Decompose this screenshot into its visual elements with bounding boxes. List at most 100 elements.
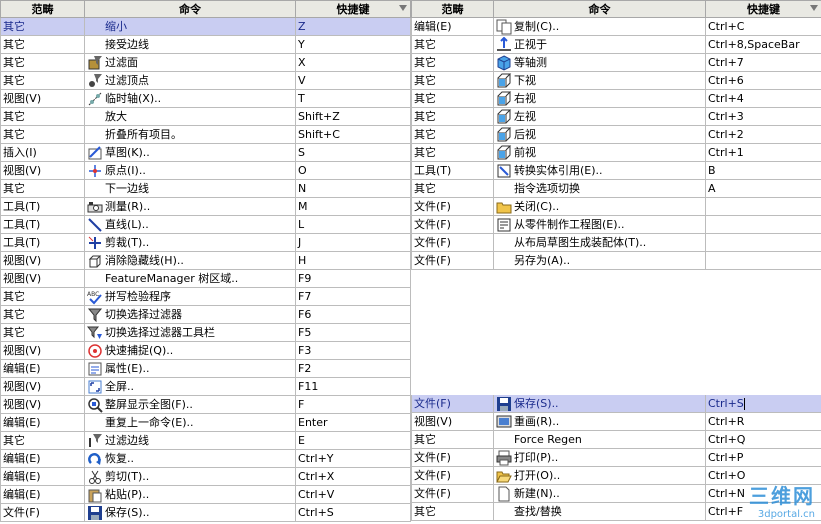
shortcut-row[interactable]: 工具(T) 剪裁(T).. J (0, 233, 411, 252)
row-command[interactable]: 快速捕捉(Q).. (84, 341, 296, 360)
shortcut-row[interactable]: 其它 过滤边线 E (0, 431, 411, 450)
row-category[interactable]: 其它 (0, 287, 85, 306)
row-command[interactable]: 后视 (493, 125, 706, 144)
row-command[interactable]: 新建(N).. (493, 484, 706, 503)
row-command[interactable]: 等轴测 (493, 53, 706, 72)
row-shortcut-key[interactable]: Ctrl+P (705, 448, 821, 467)
row-command[interactable]: 重复上一命令(E).. (84, 413, 296, 432)
row-category[interactable]: 工具(T) (0, 197, 85, 216)
row-category[interactable]: 编辑(E) (0, 467, 85, 486)
shortcut-row[interactable]: 文件(F) 从零件制作工程图(E).. (411, 215, 821, 234)
row-shortcut-key[interactable]: Ctrl+R (705, 412, 821, 431)
row-shortcut-key[interactable] (705, 197, 821, 216)
shortcut-row[interactable]: 其它 下视 Ctrl+6 (411, 71, 821, 90)
row-command[interactable]: 剪裁(T).. (84, 233, 296, 252)
row-shortcut-key[interactable]: Enter (295, 413, 411, 432)
row-category[interactable]: 工具(T) (0, 215, 85, 234)
shortcut-row[interactable]: 视图(V) 全屏.. F11 (0, 377, 411, 396)
row-shortcut-key[interactable]: O (295, 161, 411, 180)
shortcut-row[interactable]: 其它 过滤顶点 V (0, 71, 411, 90)
row-category[interactable]: 其它 (0, 71, 85, 90)
shortcut-row[interactable]: 编辑(E) 属性(E).. F2 (0, 359, 411, 378)
shortcut-row[interactable]: 视图(V) 快速捕捉(Q).. F3 (0, 341, 411, 360)
row-category[interactable]: 编辑(E) (0, 413, 85, 432)
shortcut-row[interactable]: 视图(V) 重画(R).. Ctrl+R (411, 412, 821, 431)
row-shortcut-key[interactable]: Ctrl+Q (705, 430, 821, 449)
row-command[interactable]: 缩小 (84, 17, 296, 36)
shortcut-row[interactable]: 编辑(E) 复制(C).. Ctrl+C (411, 17, 821, 36)
row-shortcut-key[interactable]: M (295, 197, 411, 216)
row-command[interactable]: 放大 (84, 107, 296, 126)
row-command[interactable]: 折叠所有项目。 (84, 125, 296, 144)
row-command[interactable]: 关闭(C).. (493, 197, 706, 216)
row-command[interactable]: 切换选择过滤器工具栏 (84, 323, 296, 342)
row-command[interactable]: 从布局草图生成装配体(T).. (493, 233, 706, 252)
shortcut-row[interactable]: 其它 切换选择过滤器 F6 (0, 305, 411, 324)
row-category[interactable]: 其它 (0, 323, 85, 342)
row-shortcut-key[interactable]: Z (295, 17, 411, 36)
row-category[interactable]: 其它 (411, 107, 494, 126)
row-category[interactable]: 其它 (0, 125, 85, 144)
row-shortcut-key[interactable]: Y (295, 35, 411, 54)
row-category[interactable]: 视图(V) (0, 341, 85, 360)
row-shortcut-key[interactable]: S (295, 143, 411, 162)
row-shortcut-key[interactable] (705, 215, 821, 234)
row-shortcut-key[interactable]: J (295, 233, 411, 252)
row-shortcut-key[interactable]: Ctrl+7 (705, 53, 821, 72)
row-command[interactable]: 重画(R).. (493, 412, 706, 431)
row-command[interactable]: 过滤面 (84, 53, 296, 72)
shortcut-row[interactable]: 视图(V) 原点(I).. O (0, 161, 411, 180)
row-category[interactable]: 其它 (0, 179, 85, 198)
row-category[interactable]: 视图(V) (0, 251, 85, 270)
row-category[interactable]: 其它 (411, 125, 494, 144)
shortcut-row[interactable]: 其它 前视 Ctrl+1 (411, 143, 821, 162)
column-header-category[interactable]: 范畴 (0, 0, 85, 18)
shortcut-row[interactable]: 编辑(E) 剪切(T).. Ctrl+X (0, 467, 411, 486)
shortcut-row[interactable]: 其它 后视 Ctrl+2 (411, 125, 821, 144)
row-shortcut-key[interactable]: B (705, 161, 821, 180)
row-command[interactable]: 正视于 (493, 35, 706, 54)
row-shortcut-key[interactable]: F3 (295, 341, 411, 360)
row-shortcut-key[interactable]: Ctrl+Y (295, 449, 411, 468)
row-category[interactable]: 其它 (0, 107, 85, 126)
shortcut-row[interactable]: 视图(V) FeatureManager 树区域.. F9 (0, 269, 411, 288)
row-command[interactable]: 过滤顶点 (84, 71, 296, 90)
row-category[interactable]: 文件(F) (411, 395, 494, 413)
row-shortcut-key[interactable]: T (295, 89, 411, 108)
row-shortcut-key[interactable]: H (295, 251, 411, 270)
row-command[interactable]: 粘贴(P).. (84, 485, 296, 504)
row-shortcut-key[interactable]: Ctrl+V (295, 485, 411, 504)
row-shortcut-key[interactable]: A (705, 179, 821, 198)
row-command[interactable]: 临时轴(X).. (84, 89, 296, 108)
row-category[interactable]: 文件(F) (411, 466, 494, 485)
row-category[interactable]: 视图(V) (0, 269, 85, 288)
shortcut-row[interactable]: 其它 指令选项切换 A (411, 179, 821, 198)
row-category[interactable]: 文件(F) (411, 233, 494, 252)
shortcut-row[interactable]: 其它 右视 Ctrl+4 (411, 89, 821, 108)
row-category[interactable]: 编辑(E) (0, 485, 85, 504)
row-command[interactable]: FeatureManager 树区域.. (84, 269, 296, 288)
shortcut-row[interactable]: 视图(V) 临时轴(X).. T (0, 89, 411, 108)
row-command[interactable]: 查找/替换 (493, 502, 706, 521)
row-category[interactable]: 视图(V) (0, 161, 85, 180)
row-shortcut-key[interactable]: Ctrl+S (705, 395, 821, 413)
row-command[interactable]: 属性(E).. (84, 359, 296, 378)
row-command[interactable]: 保存(S).. (493, 395, 706, 413)
row-category[interactable]: 编辑(E) (411, 17, 494, 36)
sort-arrow-icon[interactable] (399, 5, 407, 11)
row-category[interactable]: 其它 (411, 89, 494, 108)
row-category[interactable]: 其它 (411, 71, 494, 90)
column-header-category[interactable]: 范畴 (411, 0, 494, 18)
row-shortcut-key[interactable]: Ctrl+C (705, 17, 821, 36)
shortcut-row[interactable]: 其它 ABC 拼写检验程序 F7 (0, 287, 411, 306)
row-command[interactable]: 转换实体引用(E).. (493, 161, 706, 180)
row-category[interactable]: 文件(F) (411, 215, 494, 234)
shortcut-row[interactable]: 其它 折叠所有项目。 Shift+C (0, 125, 411, 144)
row-shortcut-key[interactable]: Ctrl+3 (705, 107, 821, 126)
row-command[interactable]: ABC 拼写检验程序 (84, 287, 296, 306)
shortcut-row[interactable]: 其它 下一边线 N (0, 179, 411, 198)
row-command[interactable]: 从零件制作工程图(E).. (493, 215, 706, 234)
row-shortcut-key[interactable]: Ctrl+X (295, 467, 411, 486)
row-command[interactable]: 下一边线 (84, 179, 296, 198)
row-shortcut-key[interactable]: Ctrl+6 (705, 71, 821, 90)
